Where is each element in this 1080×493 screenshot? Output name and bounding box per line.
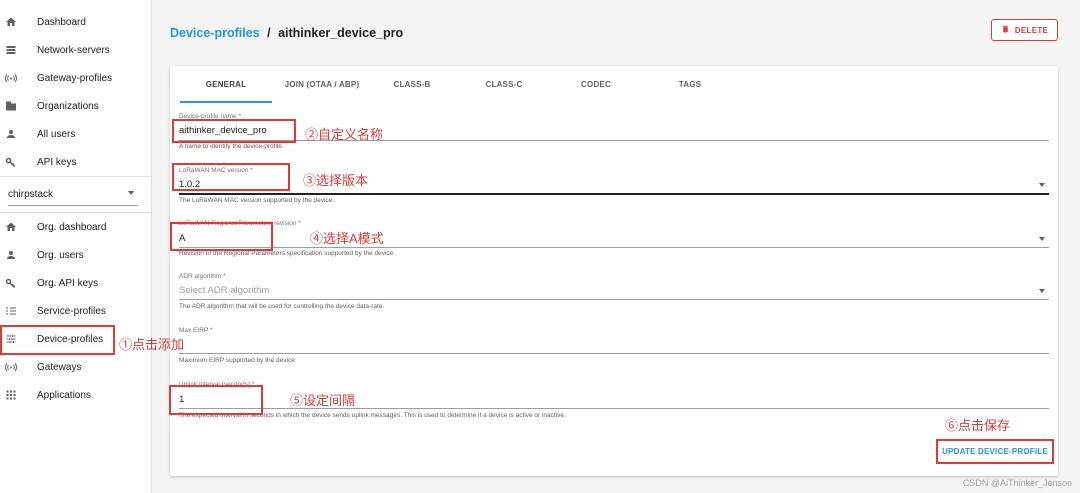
nav-label: Applications xyxy=(37,389,91,401)
nav-label: Network-servers xyxy=(37,44,110,56)
nav-label: Org. API keys xyxy=(37,277,99,289)
annotation-text: ③选择版本 xyxy=(303,173,369,188)
field-helper-text: Maximum EIRP supported by the device. xyxy=(179,357,297,364)
nav-gateway-profiles[interactable]: Gateway-profiles xyxy=(0,64,152,92)
nav-label: API keys xyxy=(37,156,77,168)
tab-join[interactable]: JOIN (OTAA / ABP) xyxy=(272,80,372,102)
device-profile-name-input[interactable]: aithinker_device_pro xyxy=(179,125,267,136)
annotation-text: ①点击添加 xyxy=(119,337,185,352)
nav-label: All users xyxy=(37,128,76,140)
nav-gateways[interactable]: Gateways xyxy=(0,353,152,381)
nav-label: Service-profiles xyxy=(37,305,106,317)
sidebar-divider xyxy=(0,176,152,177)
nav-organizations[interactable]: Organizations xyxy=(0,92,152,120)
nav-label: Gateway-profiles xyxy=(37,72,113,84)
field-label: Max EIRP * xyxy=(179,327,213,334)
annotation-text: ②自定义名称 xyxy=(305,127,384,142)
chevron-down-icon xyxy=(1039,237,1045,241)
nav-label: Gateways xyxy=(37,361,82,373)
wifi-icon xyxy=(4,360,18,374)
active-tab-indicator xyxy=(180,101,272,103)
breadcrumb-current: aithinker_device_pro xyxy=(278,26,404,40)
nav-network-servers[interactable]: Network-servers xyxy=(0,36,152,64)
key-icon xyxy=(4,276,18,290)
nav-label: Org. users xyxy=(37,249,84,261)
list-icon xyxy=(4,304,18,318)
field-underline xyxy=(179,193,1049,195)
field-label: LoRaWAN MAC version * xyxy=(179,167,253,174)
chevron-down-icon xyxy=(1039,183,1045,187)
home-icon xyxy=(4,220,18,234)
field-label: LoRaWAN Regional Parameters revision * xyxy=(179,220,301,227)
breadcrumb: Device-profiles / aithinker_device_pro xyxy=(170,26,403,40)
nav-all-users[interactable]: All users xyxy=(0,120,152,148)
field-underline xyxy=(179,353,1049,354)
key-icon xyxy=(4,155,18,169)
user-icon xyxy=(4,248,18,262)
trash-icon xyxy=(1001,21,1010,39)
regional-parameters-value: A xyxy=(179,233,186,244)
annotation-text: ⑥点击保存 xyxy=(945,418,1011,433)
tab-general[interactable]: GENERAL xyxy=(180,80,272,102)
field-helper-text: Revision of the Regional Parameters spec… xyxy=(179,250,396,257)
tab-class-b[interactable]: CLASS-B xyxy=(372,80,452,102)
uplink-interval-input[interactable]: 1 xyxy=(179,394,184,405)
server-icon xyxy=(4,43,18,57)
nav-label: Dashboard xyxy=(37,16,86,28)
device-profile-card: GENERAL JOIN (OTAA / ABP) CLASS-B CLASS-… xyxy=(170,66,1058,476)
tab-tags[interactable]: TAGS xyxy=(644,80,736,102)
annotation-text: ⑤设定间隔 xyxy=(290,393,356,408)
field-helper-text: The LoRaWAN MAC version supported by the… xyxy=(179,197,335,204)
apps-icon xyxy=(4,388,18,402)
field-label: Device-profile name * xyxy=(179,113,242,120)
nav-org-api-keys[interactable]: Org. API keys xyxy=(0,269,152,297)
max-eirp-field[interactable]: Max EIRP * Maximum EIRP supported by the… xyxy=(179,324,1049,366)
nav-dashboard[interactable]: Dashboard xyxy=(0,8,152,36)
nav-label: Organizations xyxy=(37,100,99,112)
breadcrumb-link-device-profiles[interactable]: Device-profiles xyxy=(170,26,260,40)
update-device-profile-button[interactable]: UPDATE DEVICE-PROFILE xyxy=(937,441,1053,462)
tab-class-c[interactable]: CLASS-C xyxy=(460,80,548,102)
field-helper-text: A name to identify the device-profile. xyxy=(179,143,284,150)
adr-algorithm-placeholder: Select ADR algorithm xyxy=(179,285,270,296)
watermark: CSDN @AiThinker_Jenson xyxy=(962,478,1072,488)
nav-label: Org. dashboard xyxy=(37,221,107,233)
nav-label: Device-profiles xyxy=(37,333,104,345)
field-underline xyxy=(179,299,1049,300)
field-label: Uplink interval (seconds) * xyxy=(179,381,255,388)
tab-codec[interactable]: CODEC xyxy=(550,80,642,102)
nav-org-users[interactable]: Org. users xyxy=(0,241,152,269)
home-icon xyxy=(4,15,18,29)
field-helper-text: The ADR algorithm that will be used for … xyxy=(179,303,385,310)
breadcrumb-separator: / xyxy=(267,26,271,40)
field-underline xyxy=(179,247,1049,248)
nav-applications[interactable]: Applications xyxy=(0,381,152,409)
nav-org-dashboard[interactable]: Org. dashboard xyxy=(0,213,152,241)
adr-algorithm-select[interactable]: ADR algorithm * Select ADR algorithm The… xyxy=(179,270,1049,312)
field-label: ADR algorithm * xyxy=(179,273,226,280)
delete-button[interactable]: DELETE xyxy=(991,19,1058,41)
wifi-icon xyxy=(4,71,18,85)
annotation-text: ④选择A模式 xyxy=(310,231,384,246)
chevron-down-icon xyxy=(128,191,134,195)
organization-select[interactable]: chirpstack xyxy=(8,182,138,206)
organization-select-value: chirpstack xyxy=(8,189,54,200)
tune-icon xyxy=(4,332,18,346)
delete-button-label: DELETE xyxy=(1014,25,1049,35)
sidebar: Dashboard Network-servers Gateway-profil… xyxy=(0,0,152,493)
domain-icon xyxy=(4,99,18,113)
nav-service-profiles[interactable]: Service-profiles xyxy=(0,297,152,325)
field-helper-text: The expected interval in seconds in whic… xyxy=(179,412,566,419)
chevron-down-icon xyxy=(1039,289,1045,293)
nav-api-keys[interactable]: API keys xyxy=(0,148,152,176)
mac-version-value: 1.0.2 xyxy=(179,179,201,190)
user-icon xyxy=(4,127,18,141)
